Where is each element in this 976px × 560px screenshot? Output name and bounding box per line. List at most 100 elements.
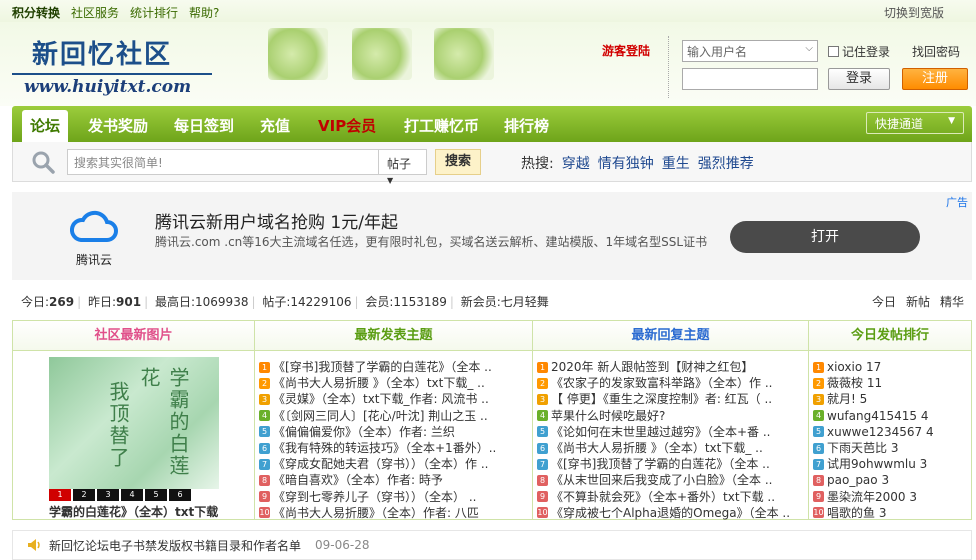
top-link-stats[interactable]: 统计排行 xyxy=(130,4,178,21)
list-item[interactable]: 2 《农家子的发家致富科举路》（全本）作 .. xyxy=(537,375,808,391)
site-logo[interactable]: 新回忆社区 www.huiyitxt.com xyxy=(12,34,212,97)
list-item[interactable]: 10 《尚书大人易折腰》（全本）作者: 八匹 xyxy=(259,505,532,521)
register-button[interactable]: 注册 xyxy=(902,68,968,90)
picture-caption[interactable]: 学霸的白莲花》（全本）txt下载 xyxy=(49,503,223,520)
list-item[interactable]: 1 《[穿书]我顶替了学霸的白莲花》（全本 .. xyxy=(259,359,532,375)
list-item[interactable]: 7 试用9ohwwmlu 3 xyxy=(813,456,971,472)
topic-title[interactable]: 《灵媒》（全本）txt下载_作者: 风流书 .. xyxy=(273,391,489,407)
list-item[interactable]: 8 pao_pao 3 xyxy=(813,472,971,488)
topic-title[interactable]: 2020年 新人跟帖签到【财神之红包】 xyxy=(551,359,753,375)
ad-title[interactable]: 腾讯云新用户域名抢购 1元/年起 xyxy=(155,208,398,233)
ranking-user[interactable]: 薇薇桉 11 xyxy=(827,375,882,391)
list-item[interactable]: 4 wufang415415 4 xyxy=(813,408,971,424)
top-link-points[interactable]: 积分转换 xyxy=(12,4,60,21)
nav-item-publish-reward[interactable]: 发书奖励 xyxy=(88,115,148,136)
hot-keyword[interactable]: 重生 xyxy=(662,153,690,173)
ad-tag[interactable]: 广告 xyxy=(946,194,968,210)
nav-item-work[interactable]: 打工赚忆币 xyxy=(404,115,479,136)
list-item[interactable]: 4 《〔剑网三同人〕[花心/叶沈] 荆山之玉 .. xyxy=(259,408,532,424)
nav-item-signin[interactable]: 每日签到 xyxy=(174,115,234,136)
guest-login-link[interactable]: 游客登陆 xyxy=(602,42,650,59)
topic-title[interactable]: 《[穿书]我顶替了学霸的白莲花》（全本 .. xyxy=(273,359,492,375)
quick-channel-dropdown[interactable]: 快捷通道 ▼ xyxy=(866,112,964,134)
link-digest[interactable]: 精华 xyxy=(940,293,964,310)
ranking-user[interactable]: 唱歌的鱼 3 xyxy=(827,505,886,521)
list-item[interactable]: 6 《尚书大人易折腰 》（全本）txt下载_ .. xyxy=(537,440,808,456)
search-input[interactable]: 搜索其实很简单! xyxy=(67,149,379,175)
topic-title[interactable]: 《穿到七零养儿子（穿书））（全本） .. xyxy=(273,489,476,505)
list-item[interactable]: 1 2020年 新人跟帖签到【财神之红包】 xyxy=(537,359,808,375)
ranking-user[interactable]: wufang415415 4 xyxy=(827,408,928,424)
topic-title[interactable]: 《尚书大人易折腰》（全本）作者: 八匹 xyxy=(273,505,479,521)
password-field[interactable] xyxy=(682,68,818,90)
topic-title[interactable]: 《论如何在末世里越过越穷》（全本+番 .. xyxy=(551,424,771,440)
ad-open-button[interactable]: 打开 xyxy=(730,221,920,253)
list-item[interactable]: 6 《我有特殊的转运技巧》（全本+1番外）.. xyxy=(259,440,532,456)
topic-title[interactable]: 《从末世回来后我变成了小白脸》（全本 .. xyxy=(551,472,772,488)
link-new-posts[interactable]: 新帖 xyxy=(906,293,930,310)
pager-item[interactable]: 3 xyxy=(97,489,119,501)
ranking-user[interactable]: 墨染流年2000 3 xyxy=(827,489,917,505)
nav-item-vip[interactable]: VIP会员 xyxy=(318,115,376,136)
topic-title[interactable]: 《穿成被七个Alpha退婚的Omega》（全本 .. xyxy=(551,505,790,521)
pager-item[interactable]: 1 xyxy=(49,489,71,501)
list-item[interactable]: 8 《从末世回来后我变成了小白脸》（全本 .. xyxy=(537,472,808,488)
top-link-help[interactable]: 帮助? xyxy=(189,4,219,21)
topic-title[interactable]: 《〔剑网三同人〕[花心/叶沈] 荆山之玉 .. xyxy=(273,408,488,424)
topic-title[interactable]: 《偏偏偏爱你》（全本）作者: 兰织 xyxy=(273,424,455,440)
topic-title[interactable]: 《尚书大人易折腰 》（全本）txt下载_ .. xyxy=(273,375,485,391)
switch-wide-link[interactable]: 切换到宽版 xyxy=(884,4,944,21)
pager-item[interactable]: 5 xyxy=(145,489,167,501)
stat-newest-member[interactable]: 七月轻舞 xyxy=(501,295,549,309)
topic-title[interactable]: 《不算卦就会死》（全本+番外）txt下载 .. xyxy=(551,489,775,505)
login-button[interactable]: 登录 xyxy=(828,68,890,90)
ad-banner[interactable]: 广告 腾讯云 腾讯云新用户域名抢购 1元/年起 腾讯云.com .cn等16大主… xyxy=(12,192,972,280)
link-today[interactable]: 今日 xyxy=(872,293,896,310)
hot-keyword[interactable]: 情有独钟 xyxy=(598,153,654,173)
ranking-user[interactable]: 下雨天芭比 3 xyxy=(827,440,898,456)
nav-item-forum[interactable]: 论坛 xyxy=(22,110,69,142)
list-item[interactable]: 8 《暗自喜欢》（全本）作者: 時予 xyxy=(259,472,532,488)
ranking-user[interactable]: 试用9ohwwmlu 3 xyxy=(827,456,927,472)
list-item[interactable]: 2 《尚书大人易折腰 》（全本）txt下载_ .. xyxy=(259,375,532,391)
list-item[interactable]: 5 《论如何在末世里越过越穷》（全本+番 .. xyxy=(537,424,808,440)
pager-item[interactable]: 4 xyxy=(121,489,143,501)
topic-title[interactable]: 《农家子的发家致富科举路》（全本）作 .. xyxy=(551,375,772,391)
topic-title[interactable]: 【 停更】《重生之深度控制》者: 红瓦（ .. xyxy=(551,391,772,407)
search-type-select[interactable]: 帖子 ▼ xyxy=(379,149,427,185)
list-item[interactable]: 3 【 停更】《重生之深度控制》者: 红瓦（ .. xyxy=(537,391,808,407)
list-item[interactable]: 9 《不算卦就会死》（全本+番外）txt下载 .. xyxy=(537,489,808,505)
list-item[interactable]: 6 下雨天芭比 3 xyxy=(813,440,971,456)
ranking-user[interactable]: pao_pao 3 xyxy=(827,472,889,488)
nav-item-ranking[interactable]: 排行榜 xyxy=(504,115,549,136)
topic-title[interactable]: 《我有特殊的转运技巧》（全本+1番外）.. xyxy=(273,440,496,456)
list-item[interactable]: 5 xuwwe1234567 4 xyxy=(813,424,971,440)
topic-title[interactable]: 《[穿书]我顶替了学霸的白莲花》（全本 .. xyxy=(551,456,770,472)
ranking-user[interactable]: xuwwe1234567 4 xyxy=(827,424,934,440)
pager-item[interactable]: 2 xyxy=(73,489,95,501)
list-item[interactable]: 3 就月! 5 xyxy=(813,391,971,407)
list-item[interactable]: 7 《[穿书]我顶替了学霸的白莲花》（全本 .. xyxy=(537,456,808,472)
list-item[interactable]: 10 唱歌的鱼 3 xyxy=(813,505,971,521)
hot-keyword[interactable]: 强烈推荐 xyxy=(698,153,754,173)
list-item[interactable]: 10 《穿成被七个Alpha退婚的Omega》（全本 .. xyxy=(537,505,808,521)
ranking-user[interactable]: xioxio 17 xyxy=(827,359,881,375)
announcement-text[interactable]: 新回忆论坛电子书禁发版权书籍目录和作者名单 xyxy=(49,537,301,554)
pager-item[interactable]: 6 xyxy=(169,489,191,501)
list-item[interactable]: 5 《偏偏偏爱你》（全本）作者: 兰织 xyxy=(259,424,532,440)
list-item[interactable]: 9 《穿到七零养儿子（穿书））（全本） .. xyxy=(259,489,532,505)
list-item[interactable]: 4 苹果什么时候吃最好? xyxy=(537,408,808,424)
username-select[interactable]: 输入用户名 ⌵ xyxy=(682,40,818,62)
list-item[interactable]: 3 《灵媒》（全本）txt下载_作者: 风流书 .. xyxy=(259,391,532,407)
list-item[interactable]: 2 薇薇桉 11 xyxy=(813,375,971,391)
top-link-services[interactable]: 社区服务 xyxy=(71,4,119,21)
topic-title[interactable]: 苹果什么时候吃最好? xyxy=(551,408,665,424)
checkbox-icon[interactable] xyxy=(828,46,839,57)
featured-picture[interactable]: 学霸的白莲花 我顶替了 xyxy=(49,357,219,489)
find-password-link[interactable]: 找回密码 xyxy=(912,43,960,60)
search-button[interactable]: 搜索 xyxy=(435,149,481,175)
topic-title[interactable]: 《暗自喜欢》（全本）作者: 時予 xyxy=(273,472,443,488)
list-item[interactable]: 7 《穿成女配她夫君（穿书））（全本）作 .. xyxy=(259,456,532,472)
hot-keyword[interactable]: 穿越 xyxy=(562,153,590,173)
nav-item-recharge[interactable]: 充值 xyxy=(260,115,290,136)
